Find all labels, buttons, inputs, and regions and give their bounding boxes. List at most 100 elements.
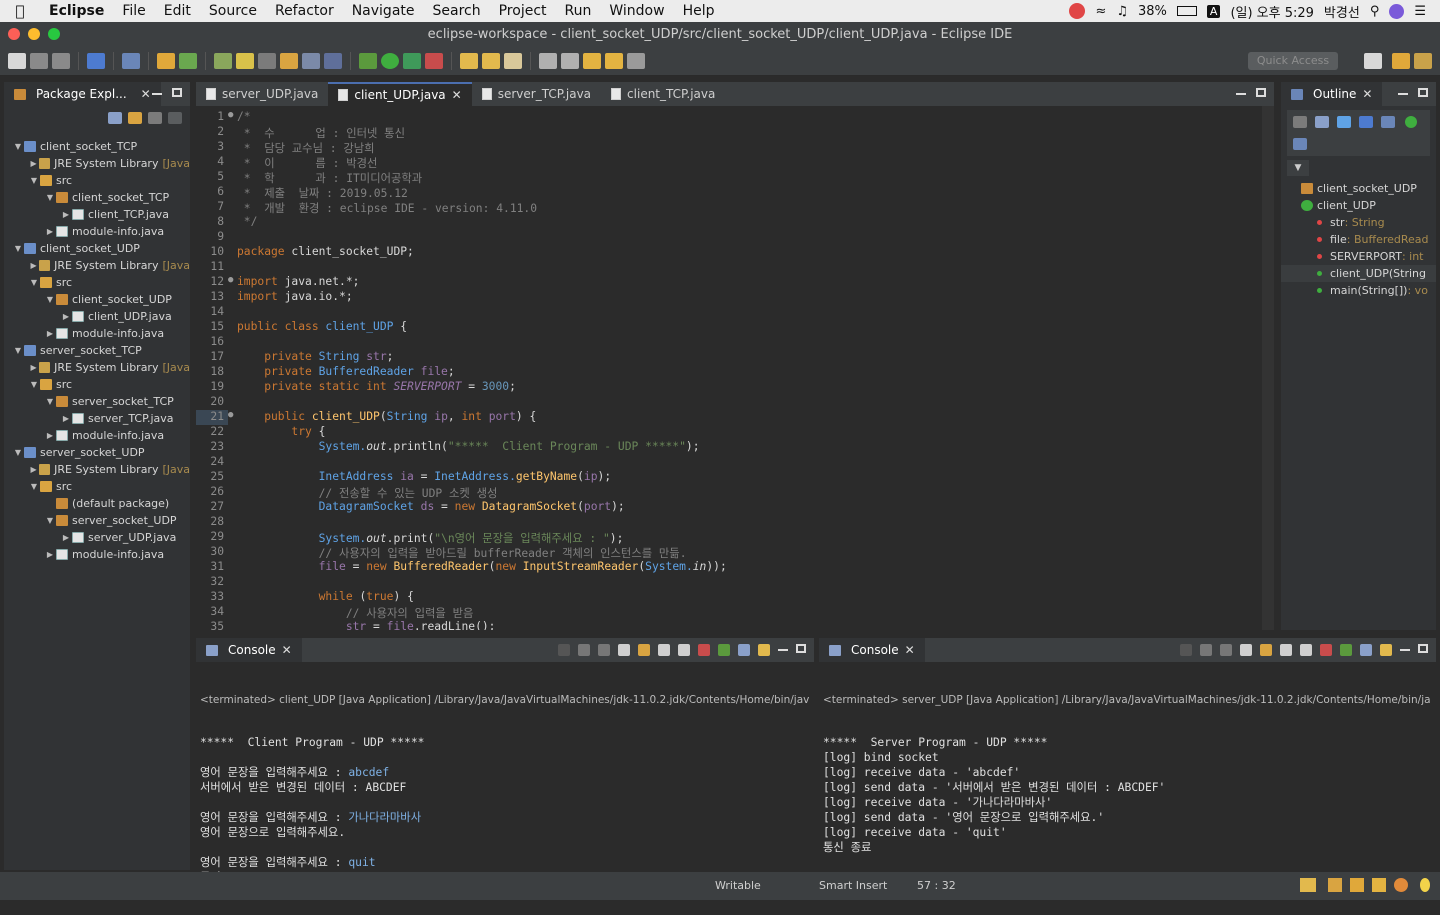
tree-item[interactable]: ▶ JRE System Library [Java — [4, 359, 190, 376]
chevron-down-icon[interactable]: ▼ — [44, 295, 56, 304]
chevron-down-icon[interactable]: ▼ — [12, 448, 24, 457]
remove-all-terminated-icon[interactable] — [598, 644, 610, 656]
code-line[interactable]: 13 import java.io.*; — [196, 290, 1274, 305]
java-perspective-icon[interactable] — [1392, 53, 1410, 69]
tree-item[interactable]: ▶ module-info.java — [4, 546, 190, 563]
code-line[interactable]: 19 private static int SERVERPORT = 3000; — [196, 380, 1274, 395]
tree-item[interactable]: ▼ client_socket_UDP — [4, 240, 190, 257]
code-line[interactable]: 10 package client_socket_UDP; — [196, 245, 1274, 260]
maximize-icon[interactable] — [796, 644, 806, 653]
chevron-right-icon[interactable]: ▶ — [28, 363, 39, 372]
code-line[interactable]: 7 * 개발 환경 : eclipse IDE - version: 4.11.… — [196, 200, 1274, 215]
show-whitespace-icon[interactable] — [302, 52, 320, 69]
chevron-right-icon[interactable]: ▶ — [28, 465, 39, 474]
tab-console-server[interactable]: Console ✕ — [819, 638, 925, 662]
code-line[interactable]: 9 — [196, 230, 1274, 245]
outline-item[interactable]: SERVERPORT : int — [1281, 248, 1436, 265]
outline-item[interactable]: str : String — [1281, 214, 1436, 231]
open-console-icon[interactable] — [758, 644, 770, 656]
show-on-output-icon[interactable] — [1300, 644, 1312, 656]
tab-package-explorer[interactable]: Package Expl... ✕ — [4, 82, 161, 106]
view-menu-icon[interactable]: ▼ — [1287, 160, 1309, 176]
tab-outline[interactable]: Outline ✕ — [1281, 82, 1383, 106]
tree-item[interactable]: ▼ server_socket_UDP — [4, 512, 190, 529]
tree-item[interactable]: ▶ JRE System Library [Java — [4, 461, 190, 478]
code-line[interactable]: 34 // 사용자의 입력을 받음 — [196, 605, 1274, 620]
status-app-icon[interactable] — [1069, 3, 1086, 19]
minimize-icon[interactable] — [152, 93, 162, 95]
save-all-icon[interactable] — [52, 52, 70, 69]
clear-console-icon[interactable] — [1240, 644, 1252, 656]
tree-item[interactable]: (default package) — [4, 495, 190, 512]
open-perspective-icon[interactable] — [1364, 53, 1382, 69]
tree-item[interactable]: ▶ server_UDP.java — [4, 529, 190, 546]
close-icon[interactable]: ✕ — [282, 643, 292, 657]
debug-icon[interactable] — [359, 52, 377, 69]
chevron-right-icon[interactable]: ▶ — [44, 431, 56, 440]
maximize-icon[interactable] — [1418, 644, 1428, 653]
quick-access-input[interactable]: Quick Access — [1248, 52, 1338, 70]
word-wrap-icon[interactable] — [658, 644, 670, 656]
status-bulb-icon[interactable] — [1420, 878, 1430, 892]
code-line[interactable]: 21 ● public client_UDP(String ip, int por… — [196, 410, 1274, 425]
remove-all-terminated-icon[interactable] — [1220, 644, 1232, 656]
tab-server-udp[interactable]: server_UDP.java — [196, 82, 328, 106]
outline-item[interactable]: client_UDP(String — [1281, 265, 1436, 282]
volume-icon[interactable]: ♫ — [1116, 4, 1128, 19]
tree-item[interactable]: ▶ JRE System Library [Java — [4, 155, 190, 172]
code-line[interactable]: 23 System.out.println("***** Client Prog… — [196, 440, 1274, 455]
minimize-icon[interactable] — [1398, 93, 1408, 95]
code-line[interactable]: 25 InetAddress ia = InetAddress.getByNam… — [196, 470, 1274, 485]
terminal-icon[interactable] — [87, 52, 105, 69]
status-book-icon[interactable] — [1328, 878, 1342, 892]
hide-static-icon[interactable] — [1359, 116, 1373, 128]
chevron-right-icon[interactable]: ▶ — [28, 159, 39, 168]
menu-app-name[interactable]: Eclipse — [40, 3, 113, 19]
toggle-mark-icon[interactable] — [258, 52, 276, 69]
menu-source[interactable]: Source — [200, 3, 266, 19]
tree-item[interactable]: ▼ src — [4, 376, 190, 393]
tree-item[interactable]: ▼ src — [4, 274, 190, 291]
search-icon[interactable] — [236, 52, 254, 69]
code-line[interactable]: 29 System.out.print("\n영어 문장을 입력해주세요 : "… — [196, 530, 1274, 545]
tree-item[interactable]: ▶ module-info.java — [4, 427, 190, 444]
tree-item[interactable]: ▼ server_socket_UDP — [4, 444, 190, 461]
menu-refactor[interactable]: Refactor — [266, 3, 343, 19]
new-icon[interactable] — [8, 52, 26, 69]
tree-item[interactable]: ▶ client_TCP.java — [4, 206, 190, 223]
save-icon[interactable] — [30, 52, 48, 69]
minimize-icon[interactable] — [778, 649, 788, 651]
outline-item[interactable]: client_UDP — [1281, 197, 1436, 214]
terminate-icon[interactable] — [1180, 644, 1192, 656]
outline-item[interactable]: main(String[]) : vo — [1281, 282, 1436, 299]
code-line[interactable]: 1 ●/* — [196, 110, 1274, 125]
maximize-icon[interactable] — [172, 88, 182, 97]
chevron-right-icon[interactable]: ▶ — [60, 533, 72, 542]
external-tools-icon[interactable] — [425, 52, 443, 69]
pin-console-icon[interactable] — [1340, 644, 1352, 656]
wifi-icon[interactable]: ≈ — [1095, 4, 1106, 19]
sort-icon[interactable] — [1293, 116, 1307, 128]
tree-item[interactable]: ▶ server_TCP.java — [4, 410, 190, 427]
code-line[interactable]: 14 — [196, 305, 1274, 320]
code-line[interactable]: 26 // 전송할 수 있는 UDP 소켓 생성 — [196, 485, 1274, 500]
scroll-lock-icon[interactable] — [638, 644, 650, 656]
chevron-down-icon[interactable]: ▼ — [28, 278, 40, 287]
open-console-icon[interactable] — [1380, 644, 1392, 656]
code-line[interactable]: 18 private BufferedReader file; — [196, 365, 1274, 380]
display-console-icon[interactable] — [738, 644, 750, 656]
code-line[interactable]: 17 private String str; — [196, 350, 1274, 365]
chevron-right-icon[interactable]: ▶ — [60, 210, 72, 219]
display-console-icon[interactable] — [1360, 644, 1372, 656]
tree-item[interactable]: ▼ client_socket_TCP — [4, 138, 190, 155]
code-line[interactable]: 35 str = file.readLine(); — [196, 620, 1274, 630]
chevron-right-icon[interactable]: ▶ — [28, 261, 39, 270]
battery-icon[interactable] — [1176, 6, 1197, 16]
open-type-icon[interactable] — [214, 52, 232, 69]
fold-icon[interactable]: ● — [228, 110, 236, 125]
code-line[interactable]: 8 */ — [196, 215, 1274, 230]
code-line[interactable]: 22 try { — [196, 425, 1274, 440]
spotlight-icon[interactable]: ⚲ — [1370, 4, 1380, 19]
menu-navigate[interactable]: Navigate — [343, 3, 424, 19]
chevron-down-icon[interactable]: ▼ — [28, 482, 40, 491]
